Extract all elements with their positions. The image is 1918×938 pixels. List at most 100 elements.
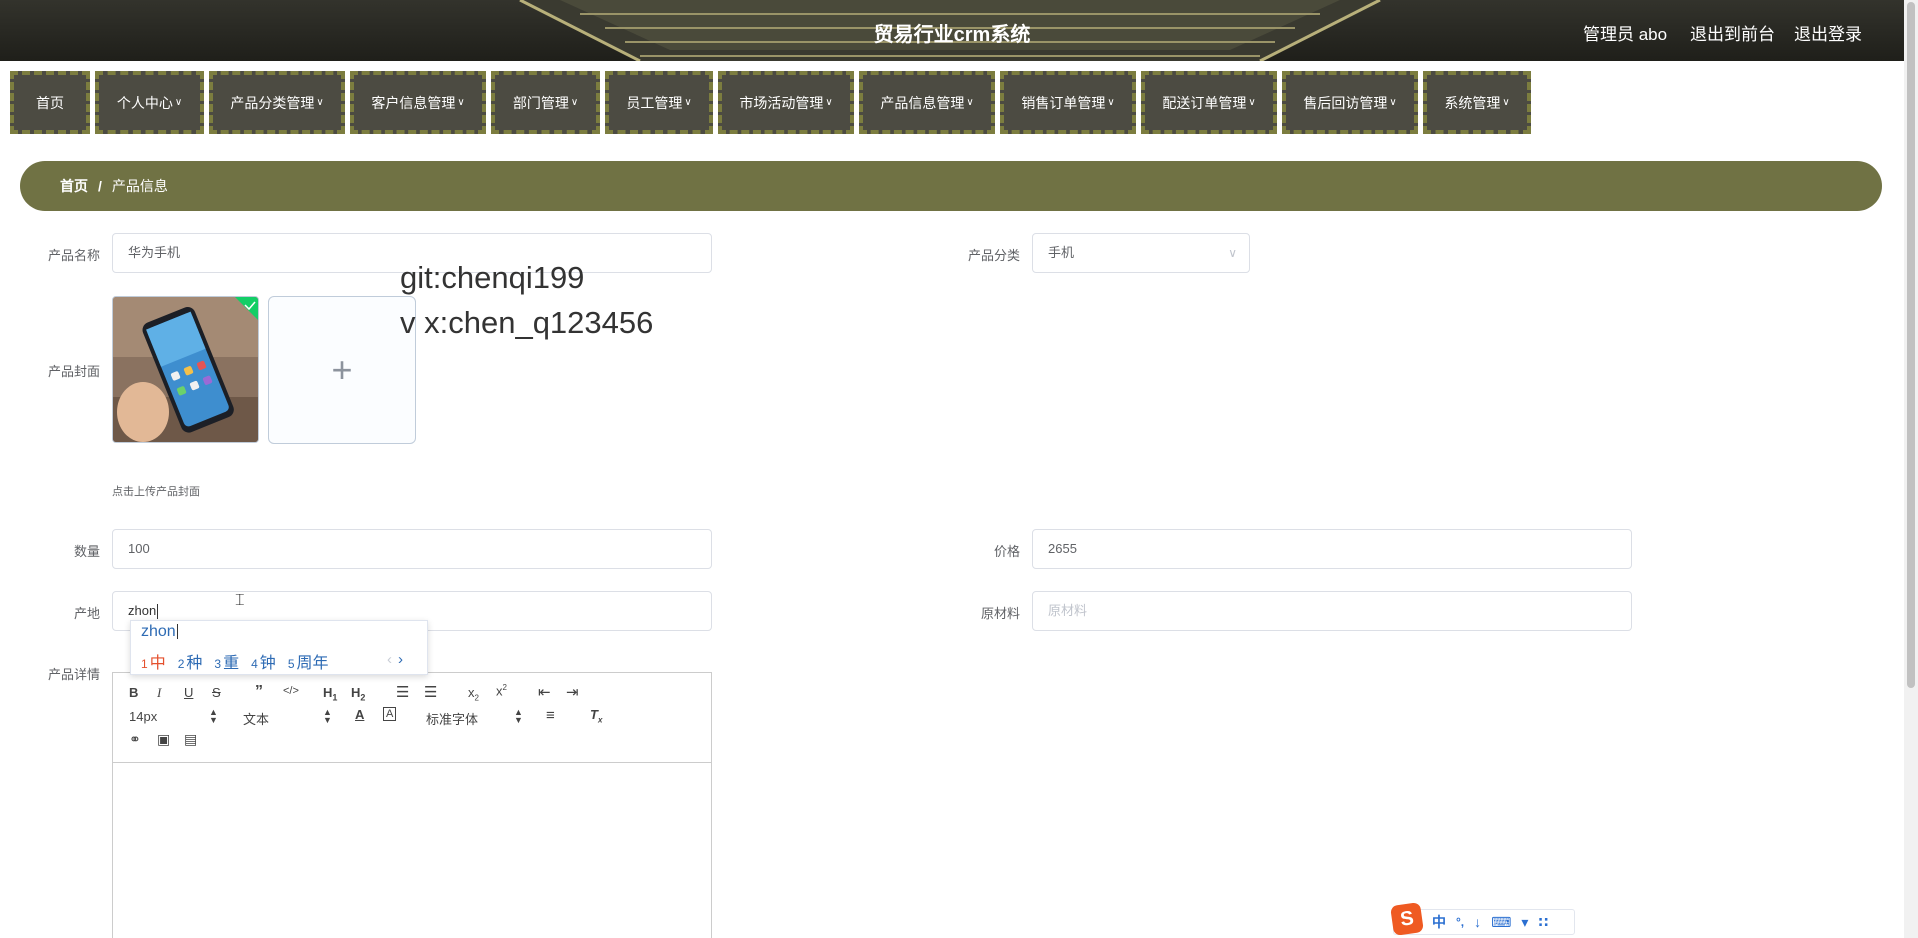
header-1-icon[interactable]: H1 xyxy=(323,685,337,703)
name-label: 产品名称 xyxy=(47,248,100,263)
nav-item-label: 系统管理 xyxy=(1444,94,1501,111)
ime-next-icon[interactable]: › xyxy=(398,651,403,668)
video-icon[interactable]: ▤ xyxy=(184,731,197,748)
header-2-icon[interactable]: H2 xyxy=(351,685,365,703)
page-scrollbar[interactable] xyxy=(1904,0,1918,938)
updown-icon: ▲ ▼ xyxy=(514,707,523,725)
ime-candidate-number: 5 xyxy=(287,657,295,671)
to-front-link[interactable]: 退出到前台 xyxy=(1690,20,1775,45)
editor-toolbar: B I U S ” </> H1 H2 ☰ ☰ x2 x2 ⇤ ⇥ 14px ▲… xyxy=(113,673,711,763)
background-color-icon[interactable]: A xyxy=(383,707,397,721)
origin-label: 产地 xyxy=(73,606,100,621)
cover-thumbnail[interactable] xyxy=(112,296,259,443)
ime-candidate[interactable]: 5 周年 xyxy=(288,649,329,673)
subscript-icon[interactable]: x2 xyxy=(468,685,479,703)
ime-candidate[interactable]: 2种 xyxy=(178,649,203,673)
ime-pinyin-text: zhon xyxy=(141,623,176,640)
ime-candidate-number: 4 xyxy=(251,657,258,671)
price-input[interactable]: 2655 xyxy=(1032,529,1632,569)
chinese-mode-icon[interactable]: 中 xyxy=(1432,912,1446,932)
nav-item-marketing[interactable]: 市场活动管理 ∨ xyxy=(718,71,854,134)
align-icon[interactable]: ≡ xyxy=(546,707,555,724)
price-label: 价格 xyxy=(993,544,1020,559)
nav-item-system[interactable]: 系统管理 ∨ xyxy=(1423,71,1531,134)
main-nav: 首页 个人中心 ∨ 产品分类管理 ∨ 客户信息管理 ∨ 部门管理 ∨ 员工管理 ∨ 市场活… xyxy=(10,71,1536,134)
logout-link[interactable]: 退出登录 xyxy=(1794,20,1862,45)
ime-prev-icon[interactable]: ‹ xyxy=(387,651,392,668)
ime-candidate-number: 1 xyxy=(141,657,148,671)
material-input[interactable]: 原材料 xyxy=(1032,591,1632,631)
image-icon[interactable]: ▣ xyxy=(157,731,170,748)
ime-candidate-number: 3 xyxy=(214,657,222,671)
underline-icon[interactable]: U xyxy=(184,685,193,700)
nav-item-label: 员工管理 xyxy=(626,94,683,111)
watermark-line-2: v x:chen_q123456 xyxy=(400,305,654,340)
ime-candidate[interactable]: 4钟 xyxy=(251,649,276,673)
chevron-down-icon: ∨ xyxy=(174,97,183,108)
font-family-value: 标准字体 xyxy=(426,712,479,727)
chevron-down-icon: ∨ xyxy=(457,97,465,108)
text-caret xyxy=(157,604,159,620)
font-size-select[interactable]: 14px ▲ ▼ xyxy=(129,708,219,725)
nav-item-department[interactable]: 部门管理 ∨ xyxy=(491,71,600,134)
nav-item-product[interactable]: 产品信息管理 ∨ xyxy=(859,71,995,134)
top-header: 贸易行业crm系统 管理员 abo 退出到前台 退出登录 xyxy=(0,0,1904,61)
keyboard-icon[interactable]: ⌨ xyxy=(1491,914,1511,931)
font-color-icon[interactable]: A xyxy=(355,707,364,722)
chevron-down-icon: ∨ xyxy=(1107,97,1115,108)
font-family-select[interactable]: 标准字体 ▲ ▼ xyxy=(426,707,526,728)
strikethrough-icon[interactable]: S xyxy=(212,685,221,700)
nav-item-employee[interactable]: 员工管理 ∨ xyxy=(605,71,713,134)
rich-text-editor: B I U S ” </> H1 H2 ☰ ☰ x2 x2 ⇤ ⇥ 14px ▲… xyxy=(112,672,712,938)
punctuation-icon[interactable]: °, xyxy=(1456,915,1464,929)
blockquote-icon[interactable]: ” xyxy=(255,683,263,701)
nav-item-personal[interactable]: 个人中心 ∨ xyxy=(95,71,204,134)
header-select[interactable]: 文本 ▲ ▼ xyxy=(243,708,333,728)
scrollbar-thumb[interactable] xyxy=(1907,2,1915,688)
chevron-down-icon: ∨ xyxy=(1248,97,1256,108)
link-icon[interactable]: ⚭ xyxy=(129,731,141,748)
breadcrumb-current: 产品信息 xyxy=(111,178,168,194)
clear-format-icon[interactable]: Tx xyxy=(590,707,602,725)
sogou-logo-icon[interactable]: S xyxy=(1390,902,1424,936)
outdent-icon[interactable]: ⇤ xyxy=(538,683,551,701)
bullet-list-icon[interactable]: ☰ xyxy=(424,683,437,701)
page: 贸易行业crm系统 管理员 abo 退出到前台 退出登录 首页 个人中心 ∨ 产品… xyxy=(0,0,1918,938)
nav-item-home[interactable]: 首页 xyxy=(10,71,90,134)
nav-item-label: 市场活动管理 xyxy=(739,94,824,111)
bold-icon[interactable]: B xyxy=(129,685,138,700)
nav-item-category[interactable]: 产品分类管理 ∨ xyxy=(209,71,345,134)
nav-item-label: 售后回访管理 xyxy=(1303,94,1388,111)
nav-item-delivery[interactable]: 配送订单管理 ∨ xyxy=(1141,71,1277,134)
skin-icon[interactable]: ▾ xyxy=(1521,914,1528,931)
ime-candidate-text: 周年 xyxy=(296,655,329,672)
ordered-list-icon[interactable]: ☰ xyxy=(396,683,409,701)
phone-photo-image xyxy=(113,297,258,442)
ime-candidate[interactable]: 1中 xyxy=(141,649,166,673)
chevron-down-icon: ∨ xyxy=(570,97,579,108)
indent-icon[interactable]: ⇥ xyxy=(566,683,579,701)
quantity-label: 数量 xyxy=(73,544,100,559)
breadcrumb-home[interactable]: 首页 xyxy=(60,176,88,196)
upload-add-button[interactable]: + xyxy=(268,296,416,444)
code-block-icon[interactable]: </> xyxy=(283,685,299,697)
nav-item-label: 首页 xyxy=(36,94,64,111)
italic-icon[interactable]: I xyxy=(157,685,161,701)
toolbox-icon[interactable]: ∷ xyxy=(1538,914,1548,931)
category-select[interactable]: 手机 ∨ xyxy=(1032,233,1250,273)
ime-candidate-text: 中 xyxy=(149,655,166,672)
nav-item-label: 配送订单管理 xyxy=(1162,94,1247,111)
cover-upload-tip: 点击上传产品封面 xyxy=(112,486,200,498)
nav-item-sales-order[interactable]: 销售订单管理 ∨ xyxy=(1000,71,1136,134)
admin-label: 管理员 abo xyxy=(1583,25,1668,44)
nav-item-after-sales[interactable]: 售后回访管理 ∨ xyxy=(1282,71,1418,134)
chevron-down-icon: ∨ xyxy=(1228,246,1237,260)
quantity-input[interactable]: 100 xyxy=(112,529,712,569)
superscript-icon[interactable]: x2 xyxy=(496,683,507,698)
ime-candidate[interactable]: 3重 xyxy=(214,649,239,673)
ime-candidate-number: 2 xyxy=(177,657,185,671)
ime-candidate-text: 种 xyxy=(186,655,203,672)
chevron-down-icon: ∨ xyxy=(684,97,692,108)
microphone-icon[interactable]: ↓ xyxy=(1474,914,1481,930)
nav-item-customer[interactable]: 客户信息管理 ∨ xyxy=(350,71,486,134)
